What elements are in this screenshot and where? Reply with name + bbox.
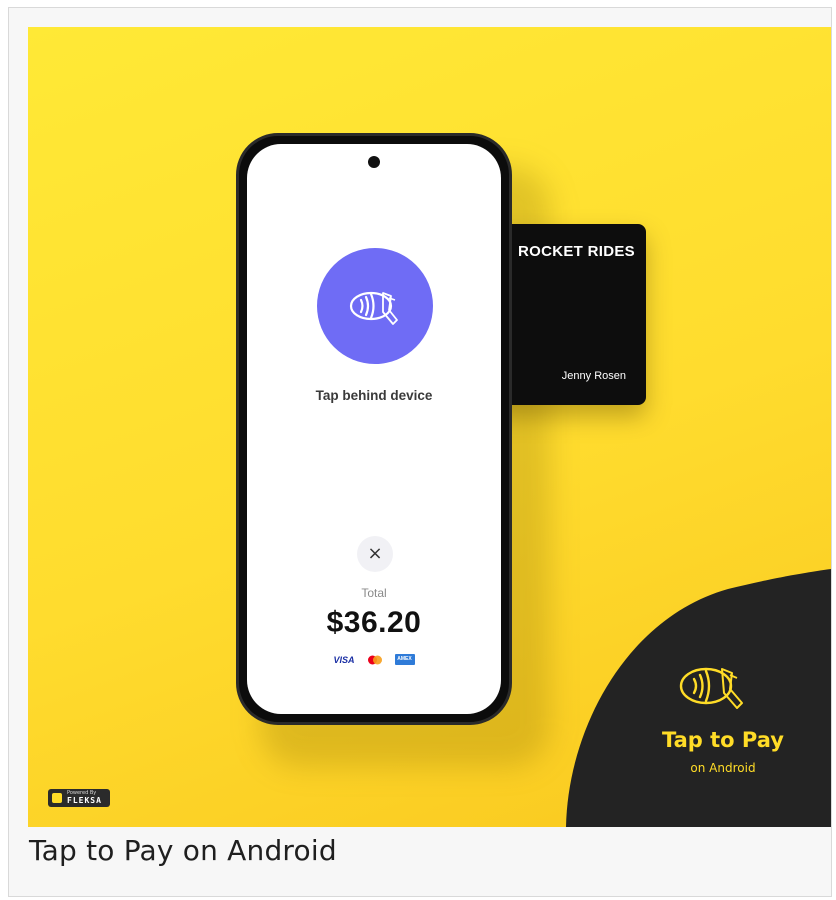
fleksa-logo-icon	[52, 793, 62, 803]
tap-instruction: Tap behind device	[315, 388, 433, 403]
mastercard-icon	[367, 655, 382, 664]
card-brand-title: ROCKET RIDES	[518, 243, 635, 260]
card-brands: VISA AMEX	[247, 654, 501, 665]
card-holder-name: Jenny Rosen	[561, 370, 626, 382]
close-button[interactable]: ×	[357, 536, 393, 572]
total-label: Total	[361, 586, 387, 600]
visa-logo: VISA	[333, 654, 355, 665]
contactless-tap-icon	[679, 667, 743, 709]
camera-icon	[368, 156, 380, 168]
total-amount: $36.20	[326, 606, 422, 639]
close-icon: ×	[367, 543, 383, 564]
image-frame: ROCKET RIDES Jenny Rosen Tap behind devi…	[8, 7, 832, 897]
hero-image: ROCKET RIDES Jenny Rosen Tap behind devi…	[28, 27, 831, 827]
contactless-tap-icon	[317, 248, 433, 364]
powered-by-badge[interactable]: Powered By FLEKSA	[48, 789, 110, 807]
amex-logo: AMEX	[394, 654, 415, 665]
phone-device: Tap behind device × Total $36.20 VISA AM…	[236, 133, 512, 725]
phone-screen: Tap behind device × Total $36.20 VISA AM…	[247, 144, 501, 714]
image-caption: Tap to Pay on Android	[29, 834, 337, 867]
powered-by-name: FLEKSA	[67, 796, 102, 805]
badge-title: Tap to Pay	[662, 728, 784, 752]
badge-subtitle: on Android	[690, 761, 756, 775]
